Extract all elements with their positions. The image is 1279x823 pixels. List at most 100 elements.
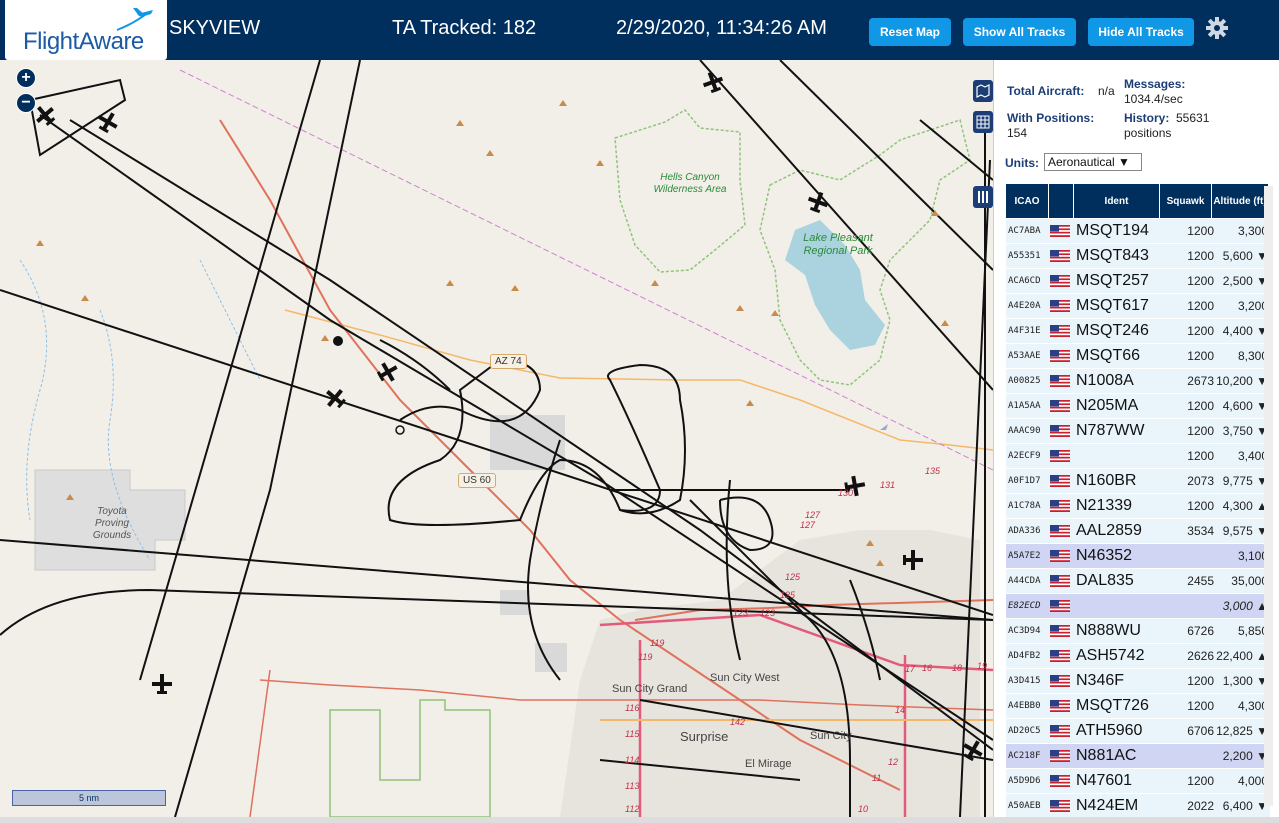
row-icao: A4E20A <box>1008 301 1041 311</box>
row-icao: ACA6CD <box>1008 276 1041 286</box>
row-altitude: 2,500 ▼ <box>1222 274 1268 288</box>
route-number: 115 <box>625 729 640 739</box>
map-view[interactable]: + − Hells Canyon Wilderness Area Lake Pl… <box>0 60 993 817</box>
row-altitude: 3,000 ▲ <box>1222 599 1268 613</box>
route-number: 135 <box>925 466 941 476</box>
col-flag[interactable] <box>1049 184 1073 218</box>
hells-canyon-label: Hells Canyon Wilderness Area <box>653 172 727 195</box>
el-mirage-label: El Mirage <box>745 758 792 770</box>
table-row[interactable]: AAAC90 N787WW 1200 3,750 ▼ <box>1006 419 1270 443</box>
row-icao: E82ECD <box>1008 601 1041 611</box>
us-flag-icon <box>1050 294 1076 318</box>
table-row[interactable]: A1A5AA N205MA 1200 4,600 ▼ <box>1006 394 1270 418</box>
table-row[interactable]: A3D415 N346F 1200 1,300 ▼ <box>1006 669 1270 693</box>
units-select[interactable]: Aeronautical ▼ <box>1044 153 1142 171</box>
row-icao: A00825 <box>1008 376 1041 386</box>
app-title: SKYVIEW <box>169 17 261 39</box>
table-row[interactable]: E82ECD 3,000 ▲ <box>1006 594 1270 618</box>
table-row[interactable]: A4EBB0 MSQT726 1200 4,300 <box>1006 694 1270 718</box>
zoom-out-button[interactable]: − <box>16 93 36 113</box>
table-row[interactable]: A5A7E2 N46352 3,100 <box>1006 544 1270 568</box>
row-ident: N424EM <box>1076 797 1139 814</box>
table-row[interactable]: AD20C5 ATH5960 6706 12,825 ▼ <box>1006 719 1270 743</box>
table-row[interactable]: AD4FB2 ASH5742 2626 22,400 ▲ <box>1006 644 1270 668</box>
us-flag-icon <box>1050 494 1076 518</box>
table-row[interactable]: A4F31E MSQT246 1200 4,400 ▼ <box>1006 319 1270 343</box>
row-icao: A53AAE <box>1008 351 1041 361</box>
sun-city-label: Sun City <box>810 730 852 742</box>
row-ident: N1008A <box>1076 372 1134 389</box>
route-number: 19 <box>977 661 988 671</box>
row-icao: A55351 <box>1008 251 1041 261</box>
col-ident[interactable]: Ident <box>1074 184 1159 218</box>
table-row[interactable]: A5D9D6 N47601 1200 4,000 <box>1006 769 1270 793</box>
us-flag-icon <box>1050 344 1076 368</box>
route-number: 114 <box>625 755 640 765</box>
row-icao: A2ECF9 <box>1008 451 1041 461</box>
table-row[interactable]: A50AEB N424EM 2022 6,400 ▼ <box>1006 794 1270 817</box>
route-number: 130 <box>838 488 854 498</box>
table-row[interactable]: ADA336 AAL2859 3534 9,575 ▼ <box>1006 519 1270 543</box>
row-ident: MSQT257 <box>1076 272 1149 289</box>
table-row[interactable]: A0F1D7 N160BR 2073 9,775 ▼ <box>1006 469 1270 493</box>
table-row[interactable]: A1C78A N21339 1200 4,300 ▲ <box>1006 494 1270 518</box>
row-squawk: 1200 <box>1187 449 1214 463</box>
tracked-count: TA Tracked: 182 <box>392 17 537 39</box>
route-number: 123 <box>760 608 776 618</box>
row-altitude: 5,600 ▼ <box>1222 249 1268 263</box>
flightaware-logo[interactable]: FlightAware <box>5 0 167 60</box>
row-altitude: 6,400 ▼ <box>1222 799 1268 813</box>
us-flag-icon <box>1050 619 1076 643</box>
grid-icon[interactable] <box>973 111 993 133</box>
columns-icon[interactable] <box>973 186 993 208</box>
row-squawk: 2673 <box>1187 374 1214 388</box>
col-squawk[interactable]: Squawk <box>1160 184 1211 218</box>
col-icao[interactable]: ICAO <box>1006 184 1048 218</box>
row-altitude: 3,400 <box>1237 449 1268 463</box>
zoom-in-button[interactable]: + <box>16 68 36 88</box>
col-altitude[interactable]: Altitude (ft) <box>1212 184 1268 218</box>
table-row[interactable]: AC218F N881AC 2,200 ▼ <box>1006 744 1270 768</box>
us-flag-icon <box>1050 744 1076 768</box>
page-scrollbar[interactable] <box>0 817 1279 823</box>
sun-city-west-label: Sun City West <box>710 672 780 684</box>
row-icao: A3D415 <box>1008 676 1041 686</box>
us-flag-icon <box>1050 469 1076 493</box>
table-row[interactable]: AC7ABA MSQT194 1200 3,300 <box>1006 219 1270 243</box>
reset-map-button[interactable]: Reset Map <box>869 18 951 46</box>
hide-all-tracks-button[interactable]: Hide All Tracks <box>1088 18 1194 46</box>
table-row[interactable]: A00825 N1008A 2673 10,200 ▼ <box>1006 369 1270 393</box>
row-squawk: 6706 <box>1187 724 1214 738</box>
row-altitude: 8,300 <box>1237 349 1268 363</box>
row-ident: DAL835 <box>1076 572 1134 589</box>
table-scrollbar[interactable] <box>1264 186 1273 806</box>
us-flag-icon <box>1050 369 1076 393</box>
table-row[interactable]: AC3D94 N888WU 6726 5,850 <box>1006 619 1270 643</box>
row-squawk: 1200 <box>1187 324 1214 338</box>
table-row[interactable]: ACA6CD MSQT257 1200 2,500 ▼ <box>1006 269 1270 293</box>
row-altitude: 10,200 ▼ <box>1216 374 1268 388</box>
row-ident: MSQT194 <box>1076 222 1149 239</box>
table-row[interactable]: A4E20A MSQT617 1200 3,200 <box>1006 294 1270 318</box>
history-label: History: <box>1124 111 1170 125</box>
table-row[interactable]: A2ECF9 1200 3,400 <box>1006 444 1270 468</box>
row-icao: AD20C5 <box>1008 726 1041 736</box>
route-number: 142 <box>730 717 746 727</box>
row-ident: MSQT843 <box>1076 247 1149 264</box>
row-squawk <box>1166 594 1216 618</box>
row-squawk <box>1166 744 1216 768</box>
route-number: 123 <box>733 608 749 618</box>
table-row[interactable]: A55351 MSQT843 1200 5,600 ▼ <box>1006 244 1270 268</box>
us-flag-icon <box>1050 244 1076 268</box>
table-row[interactable]: A44CDA DAL835 2455 35,000 <box>1006 569 1270 593</box>
gear-icon[interactable] <box>1205 16 1229 40</box>
map-icon[interactable] <box>973 80 993 102</box>
table-row[interactable]: A53AAE MSQT66 1200 8,300 <box>1006 344 1270 368</box>
row-ident: N21339 <box>1076 497 1133 514</box>
total-aircraft-label: Total Aircraft: <box>1007 84 1085 98</box>
row-icao: A5A7E2 <box>1008 551 1041 561</box>
show-all-tracks-button[interactable]: Show All Tracks <box>963 18 1076 46</box>
row-squawk: 1200 <box>1187 424 1214 438</box>
route-number: 17 <box>905 664 916 674</box>
row-ident <box>1076 594 1166 618</box>
